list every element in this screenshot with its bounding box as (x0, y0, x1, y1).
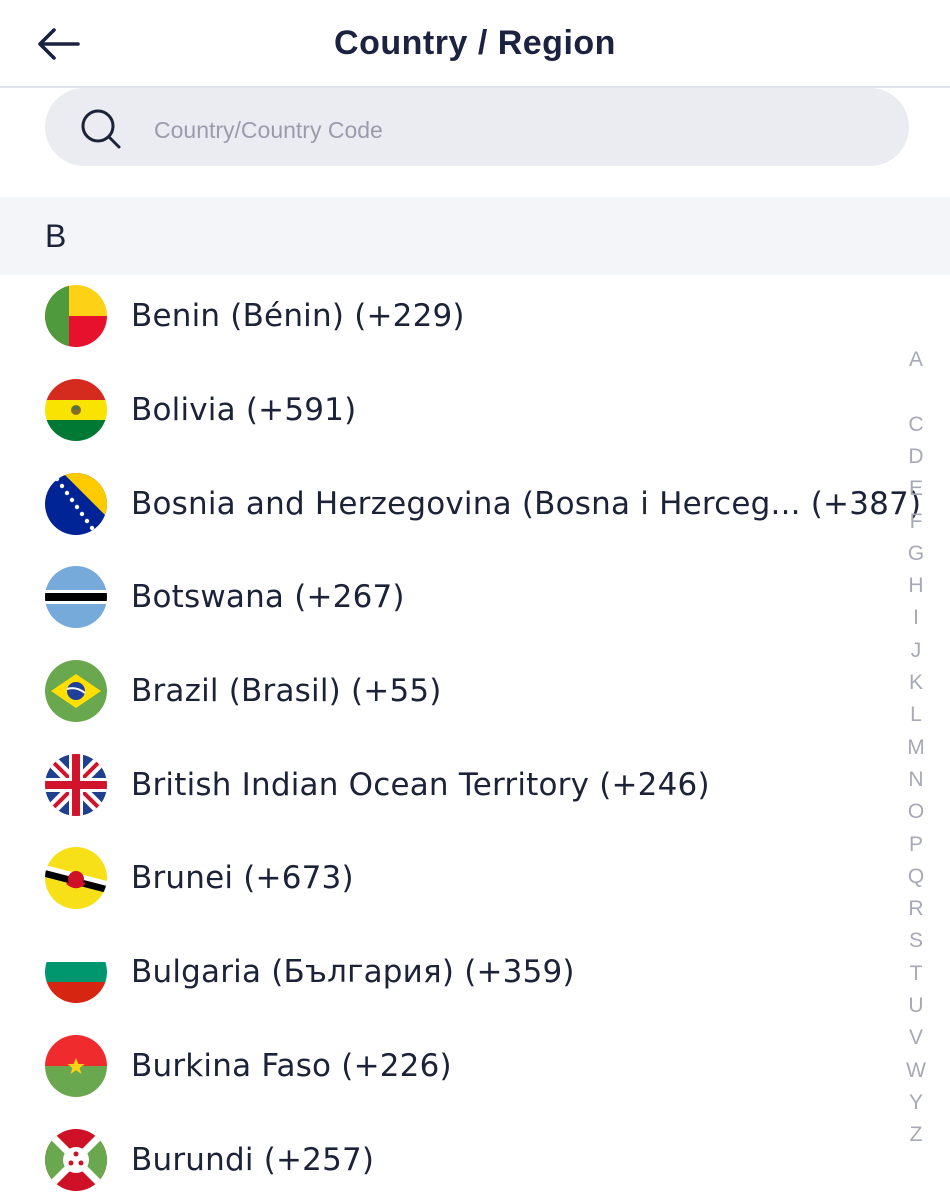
country-label: Botswana (+267) (131, 579, 405, 615)
bulgaria-flag-icon (45, 941, 107, 1003)
section-letter: B (45, 218, 67, 254)
country-label: Benin (Bénin) (+229) (131, 298, 465, 334)
index-letter-q[interactable]: Q (898, 861, 934, 893)
country-row-brazil[interactable]: Brazil (Brasil) (+55) (0, 657, 895, 751)
index-letter-a[interactable]: A (898, 344, 934, 376)
country-row-benin[interactable]: Benin (Bénin) (+229) (0, 282, 895, 376)
country-row-bosnia[interactable]: Bosnia and Herzegovina (Bosna i Herceg..… (0, 470, 921, 564)
index-letter-w[interactable]: W (898, 1055, 934, 1087)
index-letter-m[interactable]: M (898, 732, 934, 764)
page-title: Country / Region (334, 24, 616, 62)
country-label: Bolivia (+591) (131, 392, 357, 428)
country-label: Brunei (+673) (131, 860, 354, 896)
index-letter-r[interactable]: R (898, 893, 934, 925)
index-letter-v[interactable]: V (898, 1022, 934, 1054)
index-letter-k[interactable]: K (898, 667, 934, 699)
index-letter-z[interactable]: Z (898, 1119, 934, 1151)
index-letter-n[interactable]: N (898, 764, 934, 796)
country-row-burkina-faso[interactable]: Burkina Faso (+226) (0, 1032, 895, 1126)
bosnia-flag-icon (45, 473, 107, 535)
index-letter-l[interactable]: L (898, 699, 934, 731)
botswana-flag-icon (45, 566, 107, 628)
burkina-faso-flag-icon (45, 1035, 107, 1097)
index-letter-t[interactable]: T (898, 958, 934, 990)
country-row-bulgaria[interactable]: Bulgaria (България) (+359) (0, 938, 895, 1032)
brunei-flag-icon (45, 847, 107, 909)
country-row-burundi[interactable]: Burundi (+257) (0, 1126, 895, 1204)
country-label: Bosnia and Herzegovina (Bosna i Herceg..… (131, 486, 922, 522)
index-letter-g[interactable]: G (898, 538, 934, 570)
index-letter-h[interactable]: H (898, 570, 934, 602)
top-bar: Country / Region (0, 0, 950, 88)
benin-flag-icon (45, 285, 107, 347)
index-letter-u[interactable]: U (898, 990, 934, 1022)
country-label: Bulgaria (България) (+359) (131, 954, 575, 990)
index-letter-y[interactable]: Y (898, 1087, 934, 1119)
index-letter-b[interactable]: B (898, 376, 934, 409)
country-label: Burkina Faso (+226) (131, 1048, 452, 1084)
section-header: B (0, 197, 950, 275)
country-label: Burundi (+257) (131, 1142, 375, 1178)
index-letter-j[interactable]: J (898, 635, 934, 667)
index-letter-e[interactable]: E (898, 473, 934, 505)
brazil-flag-icon (45, 660, 107, 722)
bolivia-flag-icon (45, 379, 107, 441)
index-letter-s[interactable]: S (898, 925, 934, 957)
country-label: Brazil (Brasil) (+55) (131, 673, 442, 709)
index-letter-p[interactable]: P (898, 829, 934, 861)
search-input[interactable] (154, 111, 854, 149)
country-row-brunei[interactable]: Brunei (+673) (0, 844, 895, 938)
biot-flag-icon (45, 754, 107, 816)
country-label: British Indian Ocean Territory (+246) (131, 767, 710, 803)
country-row-bolivia[interactable]: Bolivia (+591) (0, 376, 895, 470)
index-letter-c[interactable]: C (898, 409, 934, 441)
country-row-botswana[interactable]: Botswana (+267) (0, 563, 895, 657)
search-icon (81, 109, 121, 149)
index-letter-i[interactable]: I (898, 602, 934, 634)
burundi-flag-icon (45, 1129, 107, 1191)
index-letter-f[interactable]: F (898, 506, 934, 538)
index-letter-d[interactable]: D (898, 441, 934, 473)
country-row-biot[interactable]: British Indian Ocean Territory (+246) (0, 751, 895, 845)
index-letter-o[interactable]: O (898, 796, 934, 828)
